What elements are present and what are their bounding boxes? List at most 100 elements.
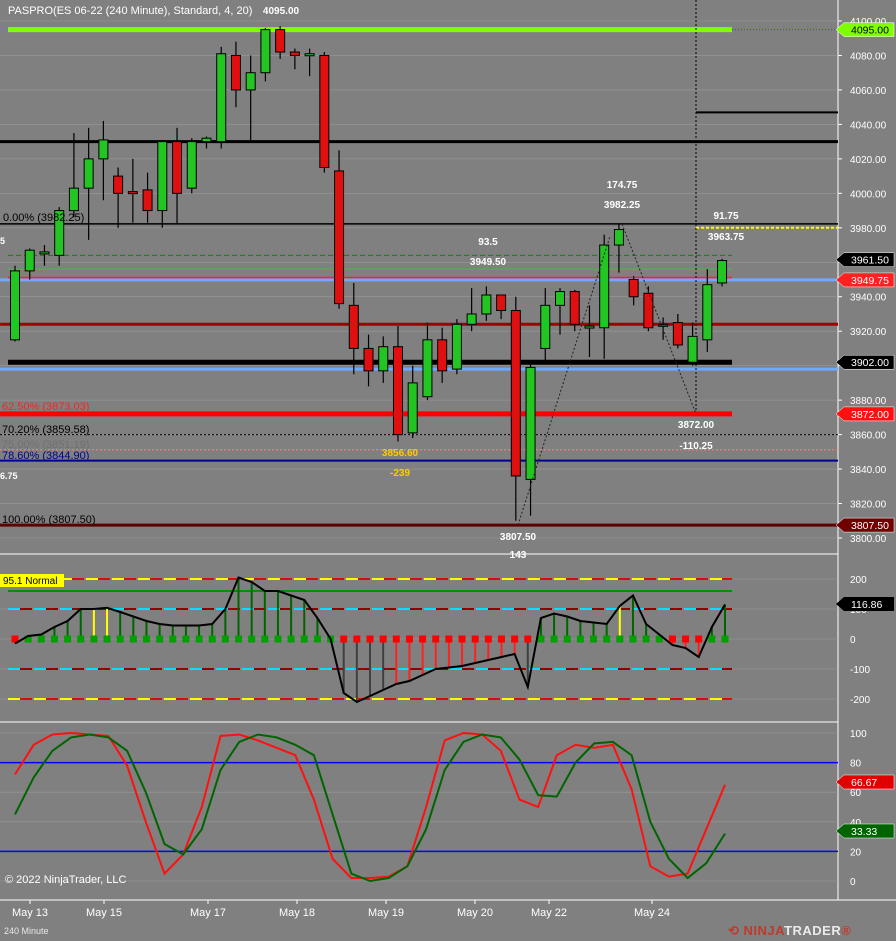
price-tick-label: 4020.00 <box>850 155 887 166</box>
price-tick-label: 4080.00 <box>850 51 887 62</box>
osc-zero-marker <box>221 635 229 643</box>
price-tick-label: 3880.00 <box>850 396 887 407</box>
osc-zero-marker <box>103 635 111 643</box>
candle-down <box>658 323 669 327</box>
swing-level-label: 3982.25 <box>604 200 641 211</box>
high-price-label: 4095.00 <box>263 6 300 17</box>
osc-tick-label: -100 <box>850 665 870 676</box>
price-tick-label: 3920.00 <box>850 327 887 338</box>
candle-down <box>334 170 345 305</box>
price-tick-label: 4040.00 <box>850 120 887 131</box>
osc-zero-marker <box>484 635 492 643</box>
time-tick-label: May 13 <box>12 907 48 919</box>
osc-zero-marker <box>537 635 545 643</box>
candle-up <box>584 325 595 329</box>
price-badge: 3961.50 <box>835 252 895 267</box>
osc-badge-label: 116.86 <box>851 599 882 611</box>
candle-up <box>555 291 566 306</box>
candle-up <box>10 270 20 341</box>
osc-zero-marker <box>208 635 216 643</box>
osc-zero-marker <box>379 635 387 643</box>
osc-zero-marker <box>616 635 624 643</box>
candle-down <box>363 347 374 372</box>
timeframe-label: 240 Minute <box>4 926 49 936</box>
osc-zero-marker <box>629 635 637 643</box>
price-badge-label: 3872.00 <box>851 409 889 421</box>
price-badge: 3872.00 <box>835 406 895 422</box>
osc-zero-marker <box>603 635 611 643</box>
candle-up <box>613 229 624 246</box>
ninjatrader-chart-window: 95.1 Normal 3800.00 3820.00 3840.00 3860.00… <box>0 0 896 941</box>
candle-down <box>289 51 300 56</box>
edge-label: 6.75 <box>0 471 18 481</box>
candle-down <box>437 339 448 372</box>
swing-delta-label: 91.75 <box>713 211 738 222</box>
swing-delta-label: -110.25 <box>679 441 713 452</box>
osc-zero-marker <box>37 635 45 643</box>
osc-zero-marker <box>458 635 466 643</box>
candle-up <box>422 339 433 398</box>
osc-zero-marker <box>142 635 150 643</box>
candle-down <box>142 189 153 212</box>
osc-zero-marker <box>563 635 571 643</box>
osc-zero-marker <box>64 635 72 643</box>
osc-zero-marker <box>156 635 164 643</box>
osc-status-label: 95.1 Normal <box>3 576 57 587</box>
swing-level-label: 3856.60 <box>382 448 419 459</box>
osc-zero-marker <box>550 635 558 643</box>
osc-zero-marker <box>576 635 584 643</box>
osc-tick-label: 200 <box>850 575 867 586</box>
price-badge: 3902.00 <box>835 354 895 370</box>
fib-label: 78.60% (3844.90) <box>2 450 89 462</box>
price-tick-label: 3980.00 <box>850 224 887 235</box>
brand-registered: ® <box>841 923 852 938</box>
osc-zero-marker <box>261 635 269 643</box>
candle-up <box>378 346 389 372</box>
candle-down <box>392 346 403 436</box>
osc-zero-marker <box>590 635 598 643</box>
brand-prefix: NINJA <box>743 923 785 938</box>
copyright-label: © 2022 NinjaTrader, LLC <box>5 874 127 886</box>
candle-down <box>348 304 359 349</box>
osc-zero-marker <box>419 635 427 643</box>
fib-label: 100.00% (3807.50) <box>2 514 96 526</box>
candle-down <box>113 175 124 194</box>
price-tick-label: 3820.00 <box>850 500 887 511</box>
swing-level-label: 3949.50 <box>470 257 507 268</box>
osc-zero-marker <box>116 635 124 643</box>
osc-zero-marker <box>300 635 308 643</box>
candle-up <box>83 158 94 189</box>
price-badge: 3949.75 <box>835 272 895 288</box>
candle-up <box>687 335 698 363</box>
price-tick-label: 3800.00 <box>850 534 887 545</box>
candle-up <box>525 366 536 480</box>
fib-label: 62.50% (3873.03) <box>2 401 89 413</box>
candle-up <box>216 53 227 143</box>
osc-zero-marker <box>195 635 203 643</box>
candle-down <box>127 191 138 195</box>
price-badge-label: 3902.00 <box>851 357 889 369</box>
candle-down <box>172 141 183 194</box>
osc-status-badge: 95.1 Normal <box>0 574 64 587</box>
osc-zero-marker <box>445 635 453 643</box>
osc-zero-marker <box>682 635 690 643</box>
osc-zero-marker <box>708 635 716 643</box>
osc-zero-marker <box>340 635 348 643</box>
candle-up <box>466 313 477 325</box>
stoch-tick-label: 60 <box>850 788 862 799</box>
stoch-badge-label: 66.67 <box>851 777 877 789</box>
osc-zero-marker <box>90 635 98 643</box>
candle-down <box>510 310 521 477</box>
time-tick-label: May 15 <box>86 907 122 919</box>
price-badge-label: 3961.50 <box>851 255 889 267</box>
time-tick-label: May 19 <box>368 907 404 919</box>
swing-level-label: 3807.50 <box>500 532 537 543</box>
candle-up <box>186 141 197 189</box>
candle-up <box>68 187 79 212</box>
candle-down <box>672 322 683 346</box>
candle-up <box>98 139 109 160</box>
osc-zero-marker <box>313 635 321 643</box>
osc-zero-marker <box>353 635 361 643</box>
candle-up <box>481 294 492 315</box>
candle-up <box>245 72 256 91</box>
